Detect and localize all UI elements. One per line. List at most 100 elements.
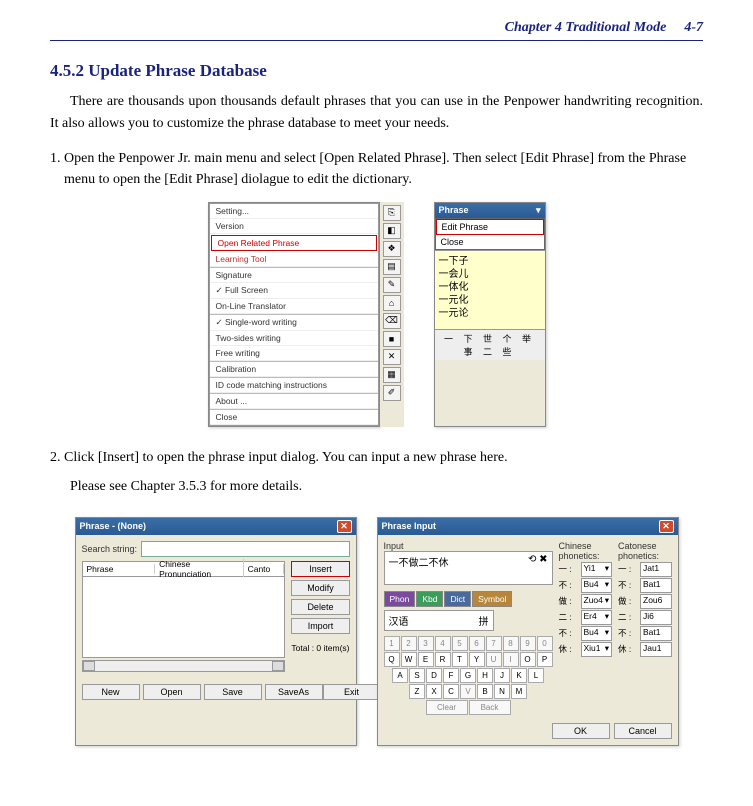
key-E[interactable]: E — [418, 652, 434, 667]
key-O[interactable]: O — [520, 652, 536, 667]
key-K[interactable]: K — [511, 668, 527, 683]
key-Q[interactable]: Q — [384, 652, 400, 667]
key-0[interactable]: 0 — [537, 636, 553, 651]
key-9[interactable]: 9 — [520, 636, 536, 651]
tool-button[interactable]: ▤ — [383, 259, 401, 275]
saveas-button[interactable]: SaveAs — [265, 684, 323, 700]
key-B[interactable]: B — [477, 684, 493, 699]
input-icons[interactable]: ⟲ ✖ — [528, 554, 548, 582]
key-L[interactable]: L — [528, 668, 544, 683]
key-G[interactable]: G — [460, 668, 476, 683]
key-A[interactable]: A — [392, 668, 408, 683]
key-W[interactable]: W — [401, 652, 417, 667]
phrase-menu-edit[interactable]: Edit Phrase — [436, 219, 544, 235]
new-button[interactable]: New — [82, 684, 140, 700]
phon-char: 不 : — [559, 627, 579, 639]
key-7[interactable]: 7 — [486, 636, 502, 651]
menu-item[interactable]: Setting... — [210, 204, 378, 219]
key-X[interactable]: X — [426, 684, 442, 699]
tool-button[interactable]: ⎘ — [383, 205, 401, 221]
tool-button[interactable]: ❖ — [383, 241, 401, 257]
key-5[interactable]: 5 — [452, 636, 468, 651]
key-8[interactable]: 8 — [503, 636, 519, 651]
key-D[interactable]: D — [426, 668, 442, 683]
key-2[interactable]: 2 — [401, 636, 417, 651]
menu-item[interactable]: Two-sides writing — [210, 331, 378, 346]
tool-button[interactable]: ◧ — [383, 223, 401, 239]
tool-button[interactable]: ✕ — [383, 349, 401, 365]
key-U[interactable]: U — [486, 652, 502, 667]
menu-item[interactable]: Full Screen — [210, 283, 378, 299]
phon-select[interactable]: Yi1 ▾ — [581, 562, 613, 577]
tool-button[interactable]: ✎ — [383, 277, 401, 293]
menu-item[interactable]: Calibration — [210, 362, 378, 377]
phon-char: 一 : — [559, 563, 579, 575]
phrase-line: 一下子 — [439, 255, 541, 268]
key-clear[interactable]: Clear — [426, 700, 468, 715]
menu-item-open-related-phrase[interactable]: Open Related Phrase — [211, 235, 377, 251]
phrase-input-dialog: Phrase Input ✕ Input 一不做二不休 ⟲ ✖ Phon Kbd — [377, 517, 679, 746]
key-3[interactable]: 3 — [418, 636, 434, 651]
menu-item[interactable]: Version — [210, 219, 378, 234]
menu-item[interactable]: On-Line Translator — [210, 299, 378, 314]
menu-item[interactable]: Free writing — [210, 346, 378, 361]
tool-button[interactable]: ■ — [383, 331, 401, 347]
phon-select[interactable]: Zuo4 ▾ — [581, 594, 613, 609]
key-V[interactable]: V — [460, 684, 476, 699]
tool-button[interactable]: ✐ — [383, 385, 401, 401]
key-P[interactable]: P — [537, 652, 553, 667]
list-area — [82, 577, 286, 658]
phon-select[interactable]: Bu4 ▾ — [581, 626, 613, 641]
phon-char: 不 : — [559, 579, 579, 591]
import-button[interactable]: Import — [291, 618, 349, 634]
phrase-input-field[interactable]: 一不做二不休 ⟲ ✖ — [384, 551, 553, 585]
key-4[interactable]: 4 — [435, 636, 451, 651]
key-back[interactable]: Back — [469, 700, 511, 715]
key-Y[interactable]: Y — [469, 652, 485, 667]
tool-button[interactable]: ▦ — [383, 367, 401, 383]
key-H[interactable]: H — [477, 668, 493, 683]
modify-button[interactable]: Modify — [291, 580, 349, 596]
key-F[interactable]: F — [443, 668, 459, 683]
search-input[interactable] — [141, 541, 349, 557]
menu-item[interactable]: Single-word writing — [210, 315, 378, 331]
save-button[interactable]: Save — [204, 684, 262, 700]
menu-item[interactable]: Learning Tool — [210, 252, 378, 267]
phon-select[interactable]: Xiu1 ▾ — [581, 642, 613, 657]
insert-button[interactable]: Insert — [291, 561, 349, 577]
exit-button[interactable]: Exit — [323, 684, 381, 700]
key-R[interactable]: R — [435, 652, 451, 667]
key-Z[interactable]: Z — [409, 684, 425, 699]
delete-button[interactable]: Delete — [291, 599, 349, 615]
key-1[interactable]: 1 — [384, 636, 400, 651]
tab-phon[interactable]: Phon — [384, 591, 416, 607]
menu-item[interactable]: ID code matching instructions — [210, 378, 378, 393]
close-icon[interactable]: ✕ — [337, 520, 352, 533]
menu-item[interactable]: Signature — [210, 268, 378, 283]
key-6[interactable]: 6 — [469, 636, 485, 651]
key-M[interactable]: M — [511, 684, 527, 699]
tab-symbol[interactable]: Symbol — [472, 591, 512, 607]
tool-button[interactable]: ⌫ — [383, 313, 401, 329]
menu-item[interactable]: About ... — [210, 394, 378, 409]
tab-dict[interactable]: Dict — [444, 591, 471, 607]
cancel-button[interactable]: Cancel — [614, 723, 672, 739]
key-C[interactable]: C — [443, 684, 459, 699]
h-scrollbar[interactable] — [82, 660, 286, 672]
phon-char: 休 : — [559, 643, 579, 655]
phon-select[interactable]: Bu4 ▾ — [581, 578, 613, 593]
close-icon[interactable]: ✕ — [659, 520, 674, 533]
tab-kbd[interactable]: Kbd — [416, 591, 443, 607]
ok-button[interactable]: OK — [552, 723, 610, 739]
pinyin-select[interactable]: 汉语 拼 — [384, 610, 494, 631]
phrase-menu-close[interactable]: Close — [436, 235, 544, 249]
menu-item[interactable]: Close — [210, 410, 378, 425]
tool-button[interactable]: ⌂ — [383, 295, 401, 311]
key-N[interactable]: N — [494, 684, 510, 699]
open-button[interactable]: Open — [143, 684, 201, 700]
key-S[interactable]: S — [409, 668, 425, 683]
key-J[interactable]: J — [494, 668, 510, 683]
key-T[interactable]: T — [452, 652, 468, 667]
key-I[interactable]: I — [503, 652, 519, 667]
phon-select[interactable]: Er4 ▾ — [581, 610, 613, 625]
